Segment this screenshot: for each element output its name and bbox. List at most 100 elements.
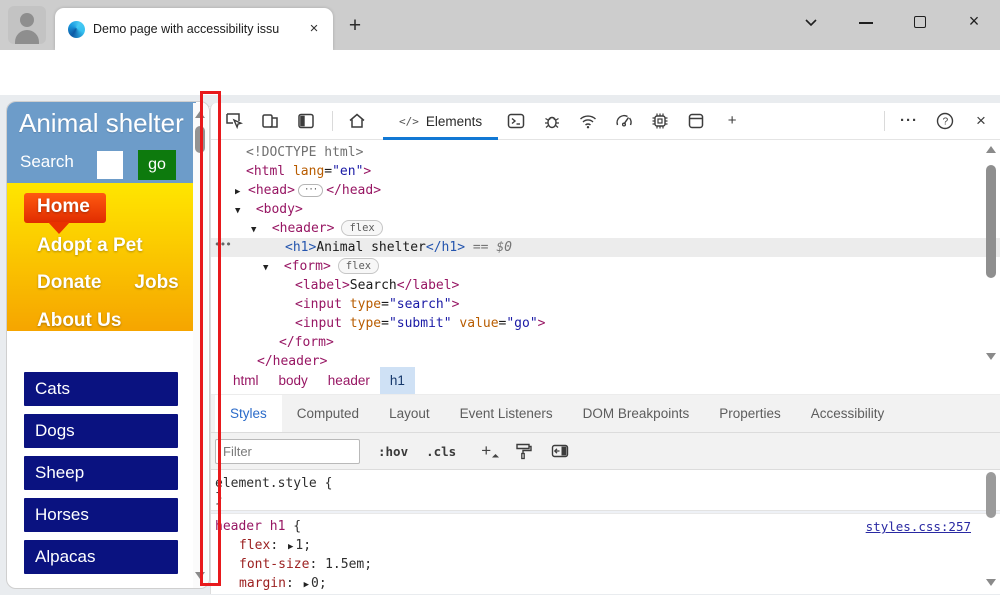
- nav-link-donate[interactable]: Donate: [37, 272, 101, 294]
- home-icon[interactable]: [347, 111, 367, 131]
- new-tab-button[interactable]: +: [344, 16, 366, 38]
- tab-strip: Demo page with accessibility issu × + ×: [0, 0, 1000, 50]
- tab-layout[interactable]: Layout: [374, 395, 445, 432]
- tree-node[interactable]: ▼ <form>flex: [211, 257, 1000, 276]
- page-nav: Home Adopt a Pet Donate Jobs About Us: [7, 183, 196, 331]
- window-close-button[interactable]: ×: [962, 10, 986, 34]
- tree-scrollbar-thumb[interactable]: [986, 165, 996, 278]
- page-search-input[interactable]: [97, 151, 123, 179]
- more-tools-plus-icon[interactable]: +: [722, 111, 742, 131]
- scroll-down-arrow-icon[interactable]: [986, 353, 996, 360]
- animal-button-dogs[interactable]: Dogs: [24, 414, 178, 448]
- styles-scrollbar[interactable]: [983, 470, 999, 592]
- tab-computed[interactable]: Computed: [282, 395, 374, 432]
- animal-button-cats[interactable]: Cats: [24, 372, 178, 406]
- breadcrumb-item-header[interactable]: header: [318, 367, 380, 394]
- inspect-icon[interactable]: [224, 111, 244, 131]
- close-devtools-icon[interactable]: ×: [971, 111, 991, 131]
- performance-icon[interactable]: [614, 111, 634, 131]
- nav-link-jobs[interactable]: Jobs: [134, 272, 178, 294]
- tree-node[interactable]: ▼ <body>: [211, 200, 1000, 219]
- styles-pane[interactable]: element.style { } header h1 { styles.css…: [211, 470, 1000, 594]
- devtools-panel: </> Elements + ··· ? × <!DOCTYP: [210, 103, 1000, 594]
- page-title: Animal shelter: [19, 108, 184, 139]
- elements-tree[interactable]: <!DOCTYPE html><html lang="en">▶<head>··…: [211, 140, 1000, 367]
- console-icon[interactable]: [506, 111, 526, 131]
- nav-link-home[interactable]: Home: [24, 193, 106, 223]
- tree-node[interactable]: <label>Search</label>: [211, 276, 1000, 295]
- dock-side-icon[interactable]: [296, 111, 316, 131]
- tree-node[interactable]: <html lang="en">: [211, 162, 1000, 181]
- device-emulation-icon[interactable]: [260, 111, 280, 131]
- styles-filter-input[interactable]: [215, 439, 360, 464]
- tab-dom-breakpoints[interactable]: DOM Breakpoints: [568, 395, 705, 432]
- nav-link-adopt[interactable]: Adopt a Pet: [37, 235, 143, 257]
- tree-node[interactable]: <input type="submit" value="go">: [211, 314, 1000, 333]
- toolbar-separator: [332, 111, 333, 131]
- css-property-margin[interactable]: margin: ▶0;: [211, 574, 1000, 593]
- search-label: Search: [20, 152, 74, 172]
- tree-node[interactable]: ▼ <header>flex: [211, 219, 1000, 238]
- tree-node-selected[interactable]: •••<h1>Animal shelter</h1> == $0: [211, 238, 1000, 257]
- css-property-flex[interactable]: flex: ▶1;: [211, 536, 1000, 555]
- expand-arrow-icon[interactable]: ▶: [302, 580, 311, 590]
- window-maximize-button[interactable]: [908, 10, 932, 34]
- nav-link-about[interactable]: About Us: [37, 310, 121, 332]
- network-icon[interactable]: [578, 111, 598, 131]
- tab-event-listeners[interactable]: Event Listeners: [445, 395, 568, 432]
- devtools-toolbar: </> Elements + ··· ? ×: [211, 103, 1000, 140]
- animal-button-list: Cats Dogs Sheep Horses Alpacas: [24, 372, 178, 582]
- flex-badge[interactable]: flex: [338, 258, 379, 274]
- expand-arrow-icon[interactable]: ▶: [286, 542, 295, 552]
- animal-button-horses[interactable]: Horses: [24, 498, 178, 532]
- tab-properties[interactable]: Properties: [704, 395, 796, 432]
- code-brackets-icon: </>: [399, 115, 419, 128]
- scroll-up-arrow-icon[interactable]: [986, 146, 996, 153]
- tree-node[interactable]: <!DOCTYPE html>: [211, 143, 1000, 162]
- annotation-red-rectangle: [200, 91, 221, 586]
- memory-cpu-icon[interactable]: [650, 111, 670, 131]
- tab-close-icon[interactable]: ×: [305, 20, 323, 38]
- help-icon[interactable]: ?: [935, 111, 955, 131]
- customize-devtools-icon[interactable]: ···: [899, 111, 919, 131]
- element-style-selector[interactable]: element.style {: [215, 476, 332, 491]
- rendering-brush-icon[interactable]: [513, 441, 533, 461]
- svg-text:?: ?: [943, 117, 949, 128]
- profile-avatar[interactable]: [8, 6, 46, 44]
- scroll-down-arrow-icon[interactable]: [986, 579, 996, 586]
- issues-bug-icon[interactable]: [542, 111, 562, 131]
- elements-tree-scrollbar[interactable]: [983, 142, 999, 364]
- tab-accessibility[interactable]: Accessibility: [796, 395, 900, 432]
- tree-node[interactable]: ▶<head>···</head>: [211, 181, 1000, 200]
- page-header: Animal shelter Search go: [7, 102, 196, 183]
- computed-sidebar-toggle-icon[interactable]: [550, 441, 570, 461]
- tab-styles[interactable]: Styles: [215, 395, 282, 432]
- avatar-head-icon: [20, 13, 34, 27]
- dom-breadcrumb: htmlbodyheaderh1: [211, 367, 1000, 395]
- tree-node[interactable]: <input type="search">: [211, 295, 1000, 314]
- flex-badge[interactable]: flex: [341, 220, 382, 236]
- toggle-class-button[interactable]: .cls: [426, 444, 456, 459]
- styles-scrollbar-thumb[interactable]: [986, 472, 996, 518]
- css-rule-selector[interactable]: header h1: [215, 519, 285, 534]
- window-chevron-icon[interactable]: [799, 10, 823, 34]
- toolbar-separator: [884, 111, 885, 131]
- edge-favicon-icon: [68, 21, 85, 38]
- new-style-rule-button[interactable]: +: [476, 441, 496, 461]
- tree-node[interactable]: </form>: [211, 333, 1000, 352]
- tab-elements[interactable]: </> Elements: [383, 103, 498, 140]
- window-minimize-button[interactable]: [854, 10, 878, 34]
- toggle-hover-button[interactable]: :hov: [378, 444, 408, 459]
- breadcrumb-item-html[interactable]: html: [223, 367, 269, 394]
- stylesheet-source-link[interactable]: styles.css:257: [866, 517, 971, 536]
- breadcrumb-item-body[interactable]: body: [269, 367, 318, 394]
- browser-tab[interactable]: Demo page with accessibility issu ×: [55, 8, 333, 50]
- animal-button-sheep[interactable]: Sheep: [24, 456, 178, 490]
- breadcrumb-item-h1[interactable]: h1: [380, 367, 415, 394]
- application-icon[interactable]: [686, 111, 706, 131]
- collapsed-ellipsis-icon[interactable]: ···: [298, 184, 323, 197]
- styles-sidebar-tabs: StylesComputedLayoutEvent ListenersDOM B…: [211, 395, 1000, 433]
- animal-button-alpacas[interactable]: Alpacas: [24, 540, 178, 574]
- go-button[interactable]: go: [138, 150, 176, 180]
- css-property-font-size[interactable]: font-size: 1.5em;: [211, 555, 1000, 574]
